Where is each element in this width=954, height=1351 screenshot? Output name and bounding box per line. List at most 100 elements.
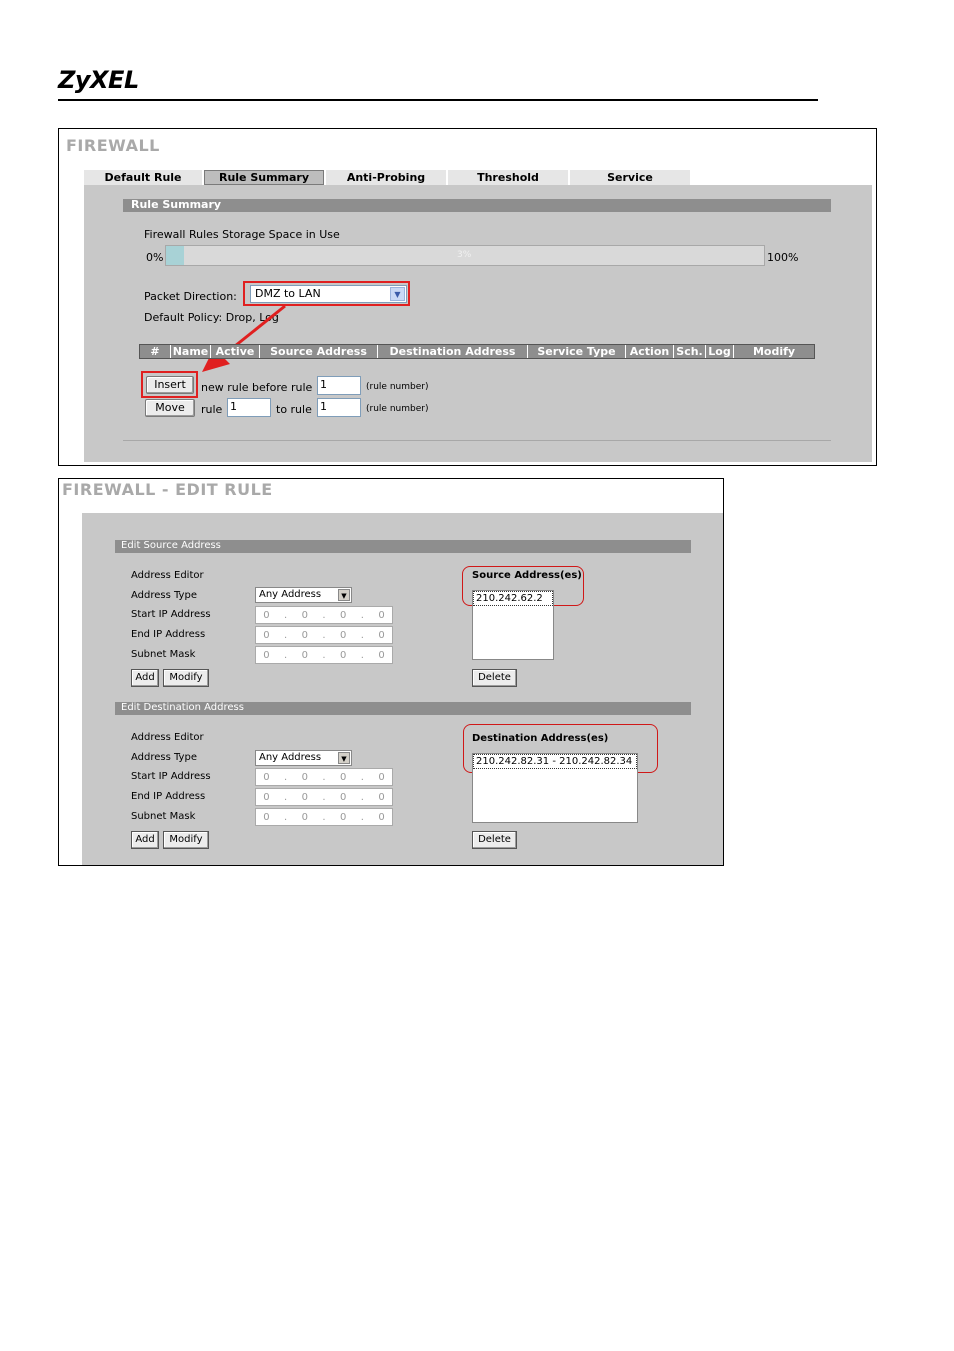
ip-dot: .	[322, 811, 326, 823]
destination-end-ip-field[interactable]: 0. 0. 0. 0	[255, 788, 393, 806]
ip-dot: .	[360, 609, 364, 621]
move-hint: (rule number)	[366, 404, 429, 414]
tab-anti-probing[interactable]: Anti-Probing	[326, 170, 446, 185]
insert-hint: (rule number)	[366, 382, 429, 392]
ip-octet[interactable]: 0	[263, 650, 269, 661]
ip-octet[interactable]: 0	[378, 630, 384, 641]
move-to-label: to rule	[276, 403, 312, 416]
firewall-tabs: Default Rule Rule Summary Anti-Probing T…	[84, 170, 692, 185]
source-start-ip-label: Start IP Address	[131, 609, 211, 620]
header-divider	[58, 99, 818, 101]
insert-button[interactable]: Insert	[146, 376, 194, 394]
destination-address-type-value: Any Address	[259, 752, 322, 763]
section-title-edit-destination: Edit Destination Address	[115, 702, 691, 715]
list-item[interactable]: 210.242.62.2	[473, 591, 553, 606]
ip-dot: .	[283, 771, 288, 783]
col-name: Name	[171, 345, 211, 358]
destination-addresses-list[interactable]: 210.242.82.31 - 210.242.82.34	[472, 753, 638, 823]
ip-octet[interactable]: 0	[302, 772, 308, 783]
red-arrow-icon	[202, 304, 286, 372]
ip-octet[interactable]: 0	[263, 792, 269, 803]
zyxel-logo: ZyXEL	[58, 66, 139, 94]
firewall-title: FIREWALL	[66, 136, 160, 155]
ip-octet[interactable]: 0	[302, 610, 308, 621]
ip-octet[interactable]: 0	[340, 650, 346, 661]
ip-dot: .	[322, 609, 326, 621]
source-addresses-label: Source Address(es)	[472, 570, 582, 581]
ip-octet[interactable]: 0	[302, 650, 308, 661]
ip-octet[interactable]: 0	[263, 772, 269, 783]
chevron-down-icon[interactable]: ▼	[338, 589, 350, 601]
ip-octet[interactable]: 0	[263, 630, 269, 641]
source-delete-button[interactable]: Delete	[472, 669, 517, 687]
source-subnet-mask-field[interactable]: 0. 0. 0. 0	[255, 646, 393, 664]
list-item[interactable]: 210.242.82.31 - 210.242.82.34	[473, 754, 637, 769]
source-address-type-label: Address Type	[131, 590, 197, 601]
ip-octet[interactable]: 0	[378, 812, 384, 823]
ip-dot: .	[322, 629, 326, 641]
storage-max-label: 100%	[767, 251, 799, 264]
ip-dot: .	[283, 649, 288, 661]
section-title-rule-summary: Rule Summary	[123, 199, 831, 212]
move-button[interactable]: Move	[145, 399, 195, 417]
destination-end-ip-label: End IP Address	[131, 791, 206, 802]
destination-start-ip-field[interactable]: 0. 0. 0. 0	[255, 768, 393, 786]
storage-progress-bar: 3%	[165, 245, 765, 266]
move-to-input[interactable]: 1	[317, 398, 361, 417]
ip-dot: .	[283, 629, 288, 641]
ip-octet[interactable]: 0	[340, 792, 346, 803]
source-start-ip-field[interactable]: 0. 0. 0. 0	[255, 606, 393, 624]
ip-dot: .	[322, 649, 326, 661]
ip-octet[interactable]: 0	[302, 812, 308, 823]
ip-octet[interactable]: 0	[378, 610, 384, 621]
ip-dot: .	[360, 629, 364, 641]
ip-dot: .	[322, 791, 326, 803]
destination-subnet-mask-field[interactable]: 0. 0. 0. 0	[255, 808, 393, 826]
ip-octet[interactable]: 0	[378, 772, 384, 783]
destination-modify-button[interactable]: Modify	[163, 831, 209, 849]
ip-octet[interactable]: 0	[263, 610, 269, 621]
source-add-button[interactable]: Add	[131, 669, 159, 687]
storage-progress-fill	[166, 246, 184, 265]
ip-dot: .	[283, 609, 288, 621]
destination-add-button[interactable]: Add	[131, 831, 159, 849]
insert-rule-number-input[interactable]: 1	[317, 376, 361, 395]
chevron-down-icon[interactable]: ▼	[338, 752, 350, 764]
ip-octet[interactable]: 0	[302, 630, 308, 641]
tab-default-rule[interactable]: Default Rule	[84, 170, 202, 185]
ip-octet[interactable]: 0	[263, 812, 269, 823]
tab-service[interactable]: Service	[570, 170, 690, 185]
ip-dot: .	[360, 791, 364, 803]
move-from-input[interactable]: 1	[227, 398, 271, 417]
col-number: #	[140, 345, 171, 358]
storage-min-label: 0%	[146, 251, 164, 264]
destination-address-editor-label: Address Editor	[131, 732, 204, 743]
ip-octet[interactable]: 0	[378, 792, 384, 803]
ip-octet[interactable]: 0	[340, 772, 346, 783]
col-action: Action	[626, 345, 674, 358]
source-addresses-list[interactable]: 210.242.62.2	[472, 590, 554, 660]
tab-threshold[interactable]: Threshold	[448, 170, 568, 185]
destination-address-type-label: Address Type	[131, 752, 197, 763]
destination-delete-button[interactable]: Delete	[472, 831, 517, 849]
ip-octet[interactable]: 0	[378, 650, 384, 661]
source-modify-button[interactable]: Modify	[163, 669, 209, 687]
source-address-type-select[interactable]: Any Address ▼	[255, 587, 352, 603]
tab-rule-summary[interactable]: Rule Summary	[204, 170, 324, 185]
destination-subnet-mask-label: Subnet Mask	[131, 811, 196, 822]
storage-label: Firewall Rules Storage Space in Use	[144, 228, 340, 241]
ip-dot: .	[283, 791, 288, 803]
col-destination-address: Destination Address	[378, 345, 528, 358]
bottom-divider	[123, 440, 831, 441]
ip-octet[interactable]: 0	[340, 610, 346, 621]
destination-start-ip-label: Start IP Address	[131, 771, 211, 782]
ip-octet[interactable]: 0	[340, 812, 346, 823]
source-address-editor-label: Address Editor	[131, 570, 204, 581]
ip-octet[interactable]: 0	[340, 630, 346, 641]
col-modify: Modify	[752, 345, 796, 358]
source-end-ip-field[interactable]: 0. 0. 0. 0	[255, 626, 393, 644]
ip-octet[interactable]: 0	[302, 792, 308, 803]
destination-address-type-select[interactable]: Any Address ▼	[255, 750, 352, 766]
ip-dot: .	[322, 771, 326, 783]
col-schedule: Sch.	[674, 345, 706, 358]
